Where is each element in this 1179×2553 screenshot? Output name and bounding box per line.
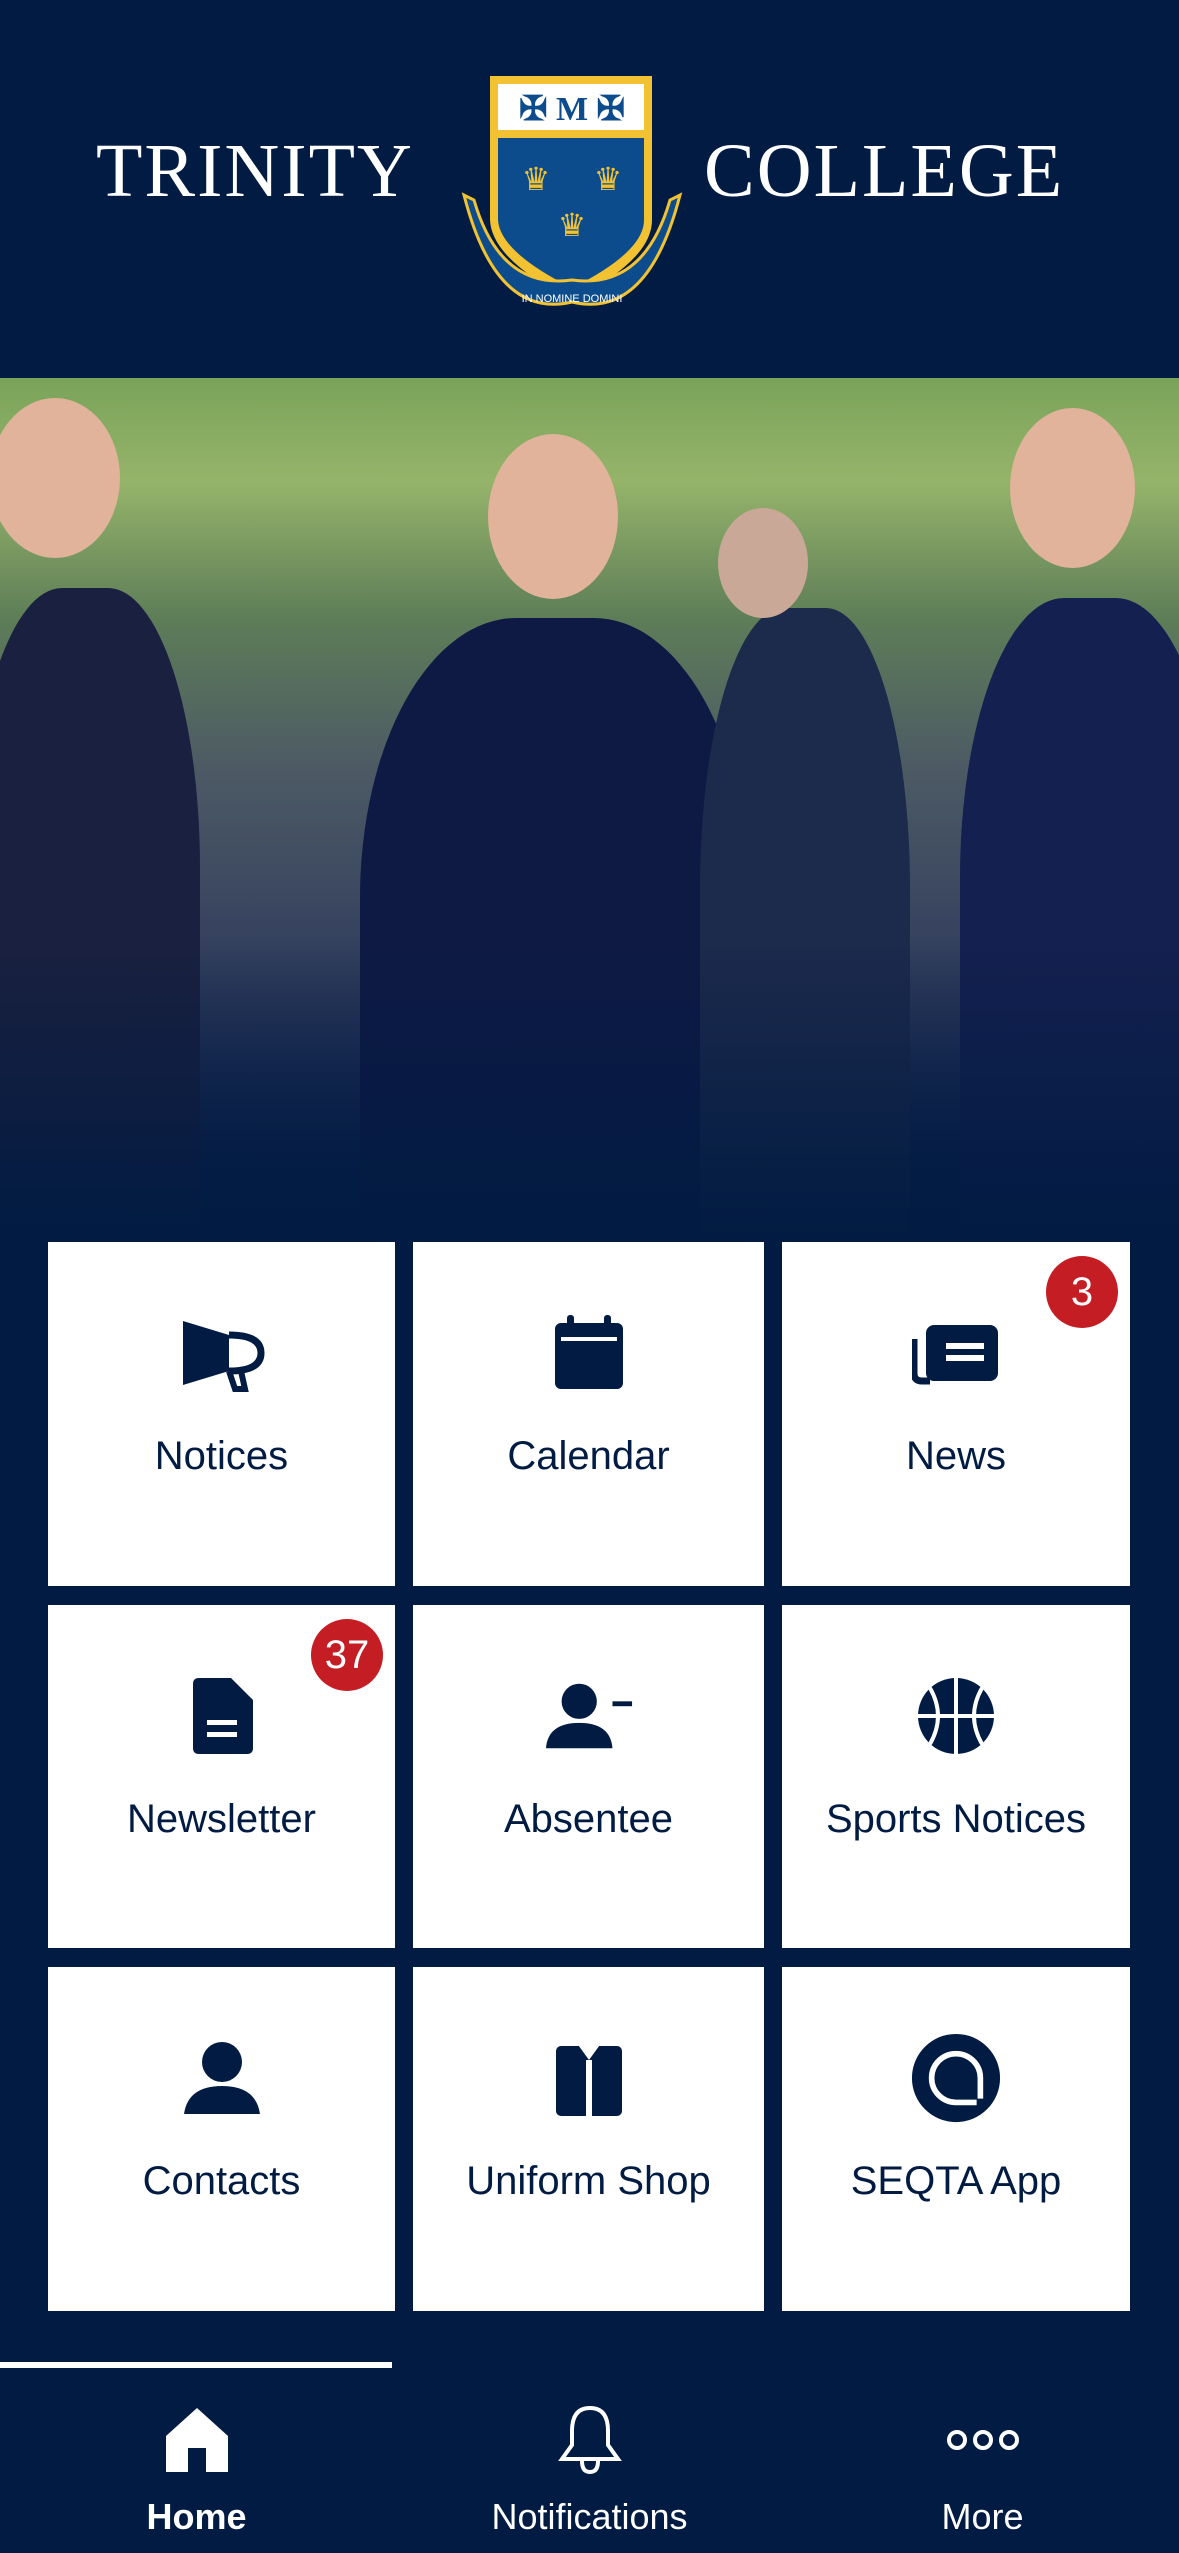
tile-label: Newsletter: [127, 1797, 316, 1841]
home-icon: [164, 2402, 230, 2478]
document-icon: [177, 1671, 267, 1761]
active-tab-indicator: [0, 2362, 392, 2368]
tab-notifications[interactable]: Notifications: [393, 2402, 786, 2542]
news-badge: 3: [1046, 1256, 1118, 1328]
seqta-logo-icon: [911, 2033, 1001, 2123]
feature-grid: Notices Calendar News 3 Newsletter 37 Ab…: [48, 1242, 1131, 2311]
crest-motto: IN NOMINE DOMINI: [522, 293, 623, 305]
tile-label: Calendar: [507, 1434, 670, 1478]
newspaper-icon: [911, 1308, 1001, 1398]
app-header: TRINITY ✠ M ✠ ♛ ♛ ♛ IN NOMINE DOMINI COL…: [0, 0, 1179, 378]
tile-news[interactable]: News 3: [782, 1242, 1130, 1586]
tile-label: Absentee: [503, 1797, 674, 1841]
tile-seqta-app[interactable]: SEQTA App: [782, 1967, 1130, 2311]
tile-absentee[interactable]: Absentee: [413, 1605, 764, 1948]
tile-notices[interactable]: Notices: [48, 1242, 395, 1586]
tile-label: Sports Notices: [825, 1797, 1087, 1841]
newsletter-badge: 37: [311, 1619, 383, 1691]
hero-photo-students: [0, 378, 1179, 1240]
tab-label: Home: [146, 2496, 247, 2537]
title-trinity: TRINITY: [96, 129, 414, 213]
tile-calendar[interactable]: Calendar: [413, 1242, 764, 1586]
tile-uniform-shop[interactable]: Uniform Shop: [413, 1967, 764, 2311]
tile-sports-notices[interactable]: Sports Notices: [782, 1605, 1130, 1948]
tile-contacts[interactable]: Contacts: [48, 1967, 395, 2311]
tile-label: News: [905, 1434, 1007, 1478]
tab-label: Notifications: [491, 2496, 688, 2537]
tab-more[interactable]: More: [786, 2402, 1179, 2542]
svg-text:✠ M ✠: ✠ M ✠: [519, 91, 625, 128]
shirt-icon: [544, 2033, 634, 2123]
title-college: COLLEGE: [704, 129, 1065, 213]
user-minus-icon: [544, 1671, 634, 1761]
more-icon: [945, 2402, 1021, 2478]
bottom-tab-bar: Home Notifications More: [0, 2362, 1179, 2553]
svg-text:♛: ♛: [594, 161, 623, 197]
tile-label: Contacts: [142, 2159, 301, 2203]
tile-newsletter[interactable]: Newsletter 37: [48, 1605, 395, 1948]
tab-label: More: [941, 2496, 1024, 2537]
person-icon: [177, 2033, 267, 2123]
svg-text:♛: ♛: [558, 207, 587, 243]
megaphone-icon: [177, 1308, 267, 1398]
svg-text:♛: ♛: [522, 161, 551, 197]
tab-home[interactable]: Home: [0, 2402, 393, 2542]
school-crest-logo: ✠ M ✠ ♛ ♛ ♛ IN NOMINE DOMINI: [461, 76, 683, 306]
calendar-icon: [544, 1308, 634, 1398]
tile-label: Uniform Shop: [466, 2159, 711, 2203]
tile-label: SEQTA App: [850, 2159, 1062, 2203]
bell-icon: [557, 2402, 622, 2478]
tile-label: Notices: [154, 1434, 289, 1478]
basketball-icon: [911, 1671, 1001, 1761]
